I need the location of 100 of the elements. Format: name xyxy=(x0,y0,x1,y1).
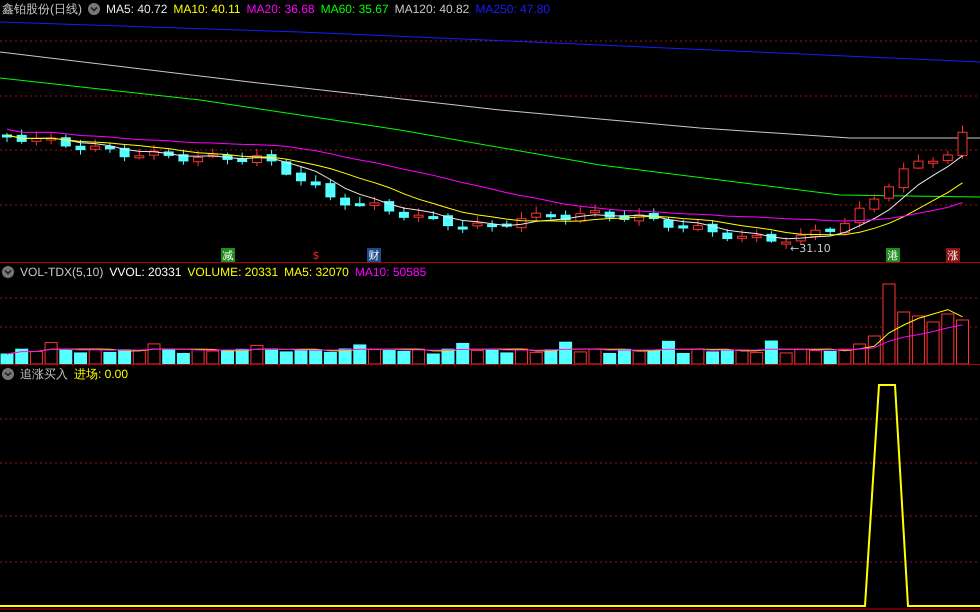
candlestick xyxy=(531,206,542,222)
candlestick xyxy=(708,220,718,238)
indicator-value: MA250: 47.80 xyxy=(475,2,550,16)
volume-bar xyxy=(500,352,514,364)
event-marker[interactable]: 港 xyxy=(886,248,900,262)
collapse-icon[interactable] xyxy=(88,3,100,15)
volume-bar xyxy=(338,348,352,364)
candlestick xyxy=(340,193,350,210)
candlestick xyxy=(193,150,204,167)
candlestick xyxy=(825,226,836,237)
indicator-value: MA5: 32070 xyxy=(284,265,349,279)
candlestick xyxy=(370,196,380,211)
candlestick xyxy=(664,216,674,232)
volume-bar xyxy=(294,350,308,364)
candlestick xyxy=(516,212,526,233)
candlestick xyxy=(208,148,218,159)
candlestick xyxy=(414,208,424,223)
candlestick xyxy=(854,200,865,228)
candlestick xyxy=(942,150,953,164)
candlestick xyxy=(840,217,850,234)
volume-bar xyxy=(897,312,910,364)
volume-bar xyxy=(691,348,704,364)
candlestick xyxy=(458,220,468,234)
candlestick xyxy=(692,218,703,232)
volume-bar xyxy=(442,348,454,364)
volume-bar xyxy=(647,350,660,364)
event-marker[interactable]: $ xyxy=(312,249,320,262)
candlestick xyxy=(237,152,248,166)
indicator-value: MA10: 40.11 xyxy=(173,2,241,16)
low-price-label: ←31.10 xyxy=(790,242,831,255)
candlestick xyxy=(134,148,144,160)
volume-bar xyxy=(486,349,499,364)
indicator-title: 追涨买入 xyxy=(20,366,68,382)
candlestick xyxy=(428,210,438,221)
candlestick xyxy=(90,138,100,152)
candlestick xyxy=(354,196,365,208)
chart-title: 鑫铂股份(日线) xyxy=(2,0,82,18)
candlestick xyxy=(178,149,188,166)
volume-bar xyxy=(632,350,646,364)
candlestick xyxy=(120,144,130,162)
candlestick xyxy=(310,174,321,189)
candlestick xyxy=(76,139,86,156)
candlestick xyxy=(222,152,232,165)
candlestick xyxy=(16,129,27,144)
event-marker[interactable]: 涨 xyxy=(946,248,960,262)
candlestick xyxy=(281,158,292,176)
volume-bar xyxy=(265,348,278,364)
candlestick xyxy=(722,228,732,242)
volume-bar xyxy=(853,344,866,364)
volume-bar xyxy=(74,352,87,364)
volume-bar xyxy=(368,349,381,364)
volume-bar xyxy=(588,348,602,364)
volume-bar xyxy=(530,352,543,364)
candlestick xyxy=(575,206,586,224)
indicator-value: VOLUME: 20331 xyxy=(187,265,278,279)
candlestick xyxy=(487,220,498,232)
candlestick xyxy=(472,216,482,230)
volume-bar xyxy=(0,354,14,364)
event-marker[interactable]: 减 xyxy=(221,248,235,262)
candlestick xyxy=(384,198,394,216)
indicator-value: VVOL: 20331 xyxy=(109,265,182,279)
volume-bar xyxy=(324,352,337,364)
indicator-value: MA120: 40.82 xyxy=(394,2,470,16)
volume-bar xyxy=(824,350,837,364)
collapse-icon[interactable] xyxy=(2,266,14,278)
volume-bar xyxy=(838,348,852,364)
candlestick xyxy=(266,149,277,166)
candlestick xyxy=(546,210,556,220)
collapse-icon[interactable] xyxy=(2,368,14,380)
event-marker[interactable]: 财 xyxy=(367,248,381,262)
volume-bar xyxy=(206,350,220,364)
candlestick xyxy=(884,183,894,202)
volume-bar xyxy=(676,352,690,364)
volume-bar xyxy=(382,350,396,364)
candlestick xyxy=(60,134,71,148)
candlestick xyxy=(104,142,115,154)
candlestick xyxy=(398,206,409,221)
volume-bar xyxy=(720,350,734,364)
volume-bar xyxy=(809,350,822,364)
candlestick xyxy=(781,236,792,250)
candlestick xyxy=(869,194,880,213)
candlestick xyxy=(2,132,12,142)
volume-bar xyxy=(603,352,616,364)
candlestick xyxy=(31,131,42,146)
volume-bar xyxy=(103,352,116,364)
volume-bar xyxy=(956,320,969,364)
candlestick xyxy=(502,220,512,228)
volume-bar xyxy=(30,350,43,364)
indicator-value: MA5: 40.72 xyxy=(106,2,168,16)
candlestick xyxy=(443,212,453,231)
candlestick xyxy=(604,209,615,222)
volume-bar xyxy=(662,340,675,364)
candlestick xyxy=(913,154,924,170)
indicator-value: MA60: 35.67 xyxy=(320,2,389,16)
indicator-value: MA10: 50585 xyxy=(354,265,426,279)
candlestick xyxy=(296,166,306,186)
candlestick xyxy=(928,156,938,169)
volume-bar xyxy=(706,351,720,364)
volume-bar xyxy=(162,348,176,364)
candlestick xyxy=(737,229,747,243)
